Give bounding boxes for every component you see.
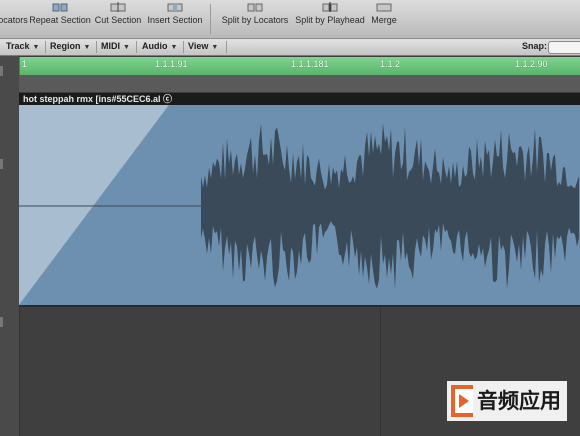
region-menu[interactable]: Region ▼ [50, 40, 90, 53]
ruler-mark-1: 1 [22, 59, 28, 69]
repeat-section-icon [52, 3, 68, 12]
chevron-down-icon: ▼ [211, 44, 219, 51]
repeat-section-button[interactable]: Repeat Section [28, 0, 92, 38]
midi-menu-label: MIDI [101, 41, 120, 51]
arrange-menubar: Track ▼ Region ▼ MIDI ▼ Audio ▼ View ▼ Snap: [0, 39, 580, 56]
ruler-mark-2: 1.1.1.91 [155, 59, 188, 69]
midi-menu[interactable]: MIDI ▼ [101, 40, 130, 53]
merge-button[interactable]: Merge [368, 0, 400, 38]
toolbar: ocators Repeat Section Cut Section Inser… [0, 0, 580, 39]
cut-section-button[interactable]: Cut Section [93, 0, 143, 38]
cut-section-label: Cut Section [94, 15, 142, 25]
cut-section-icon [110, 2, 126, 12]
grid-line [380, 307, 381, 436]
ruler-lower-band [19, 75, 580, 92]
audio-region-canvas [19, 105, 580, 305]
split-by-playhead-label: Split by Playhead [295, 15, 365, 25]
split-by-playhead-button[interactable]: Split by Playhead [294, 0, 366, 38]
track-strip-marker [0, 317, 3, 327]
ruler-mark-5: 1.1.2.90 [515, 59, 548, 69]
view-menu[interactable]: View ▼ [188, 40, 218, 53]
bar-ruler[interactable]: 1 1.1.1.91 1.1.1.181 1.1.2 1.1.2.90 [19, 57, 580, 76]
grid-line [19, 307, 20, 436]
snap-label: Snap: [522, 41, 548, 51]
menu-divider [136, 41, 137, 53]
ruler-mark-4: 1.1.2 [380, 59, 401, 69]
track-list-strip [0, 56, 20, 436]
watermark-text: 音频应用 [477, 389, 561, 413]
repeat-section-label: Repeat Section [29, 15, 91, 25]
track-strip-marker [0, 159, 3, 169]
split-by-locators-label: Split by Locators [221, 15, 289, 25]
insert-section-icon [167, 3, 183, 12]
ruler-tick [19, 57, 20, 75]
play-logo-icon [451, 385, 473, 417]
audio-menu-label: Audio [142, 41, 168, 51]
region-menu-label: Region [50, 41, 81, 51]
menu-divider [96, 41, 97, 53]
region-name: hot steppah rmx [ins#55CEC6.al ⓒ [23, 94, 173, 104]
audio-region-header[interactable]: hot steppah rmx [ins#55CEC6.al ⓒ [19, 93, 580, 105]
chevron-down-icon: ▼ [83, 44, 91, 51]
ruler-mark-3: 1.1.1.181 [291, 59, 329, 69]
chevron-down-icon: ▼ [170, 44, 178, 51]
chevron-down-icon: ▼ [123, 44, 130, 51]
audio-region[interactable] [19, 105, 580, 305]
split-by-locators-button[interactable]: Split by Locators [220, 0, 290, 38]
track-strip-marker [0, 66, 3, 76]
insert-section-label: Insert Section [147, 15, 203, 25]
watermark: 音频应用 [447, 381, 567, 421]
merge-icon [376, 3, 392, 12]
menu-divider [183, 41, 184, 53]
track-menu-label: Track [6, 41, 30, 51]
menu-divider [45, 41, 46, 53]
view-menu-label: View [188, 41, 209, 51]
merge-label: Merge [371, 15, 397, 25]
insert-section-button[interactable]: Insert Section [146, 0, 204, 38]
audio-menu[interactable]: Audio ▼ [142, 40, 177, 53]
split-by-locators-icon [247, 3, 263, 12]
snap-dropdown[interactable] [548, 41, 580, 54]
split-by-playhead-icon [322, 2, 338, 12]
track-menu[interactable]: Track ▼ [6, 40, 39, 53]
menu-divider [226, 41, 227, 53]
chevron-down-icon: ▼ [32, 44, 40, 51]
toolbar-divider [210, 4, 211, 34]
